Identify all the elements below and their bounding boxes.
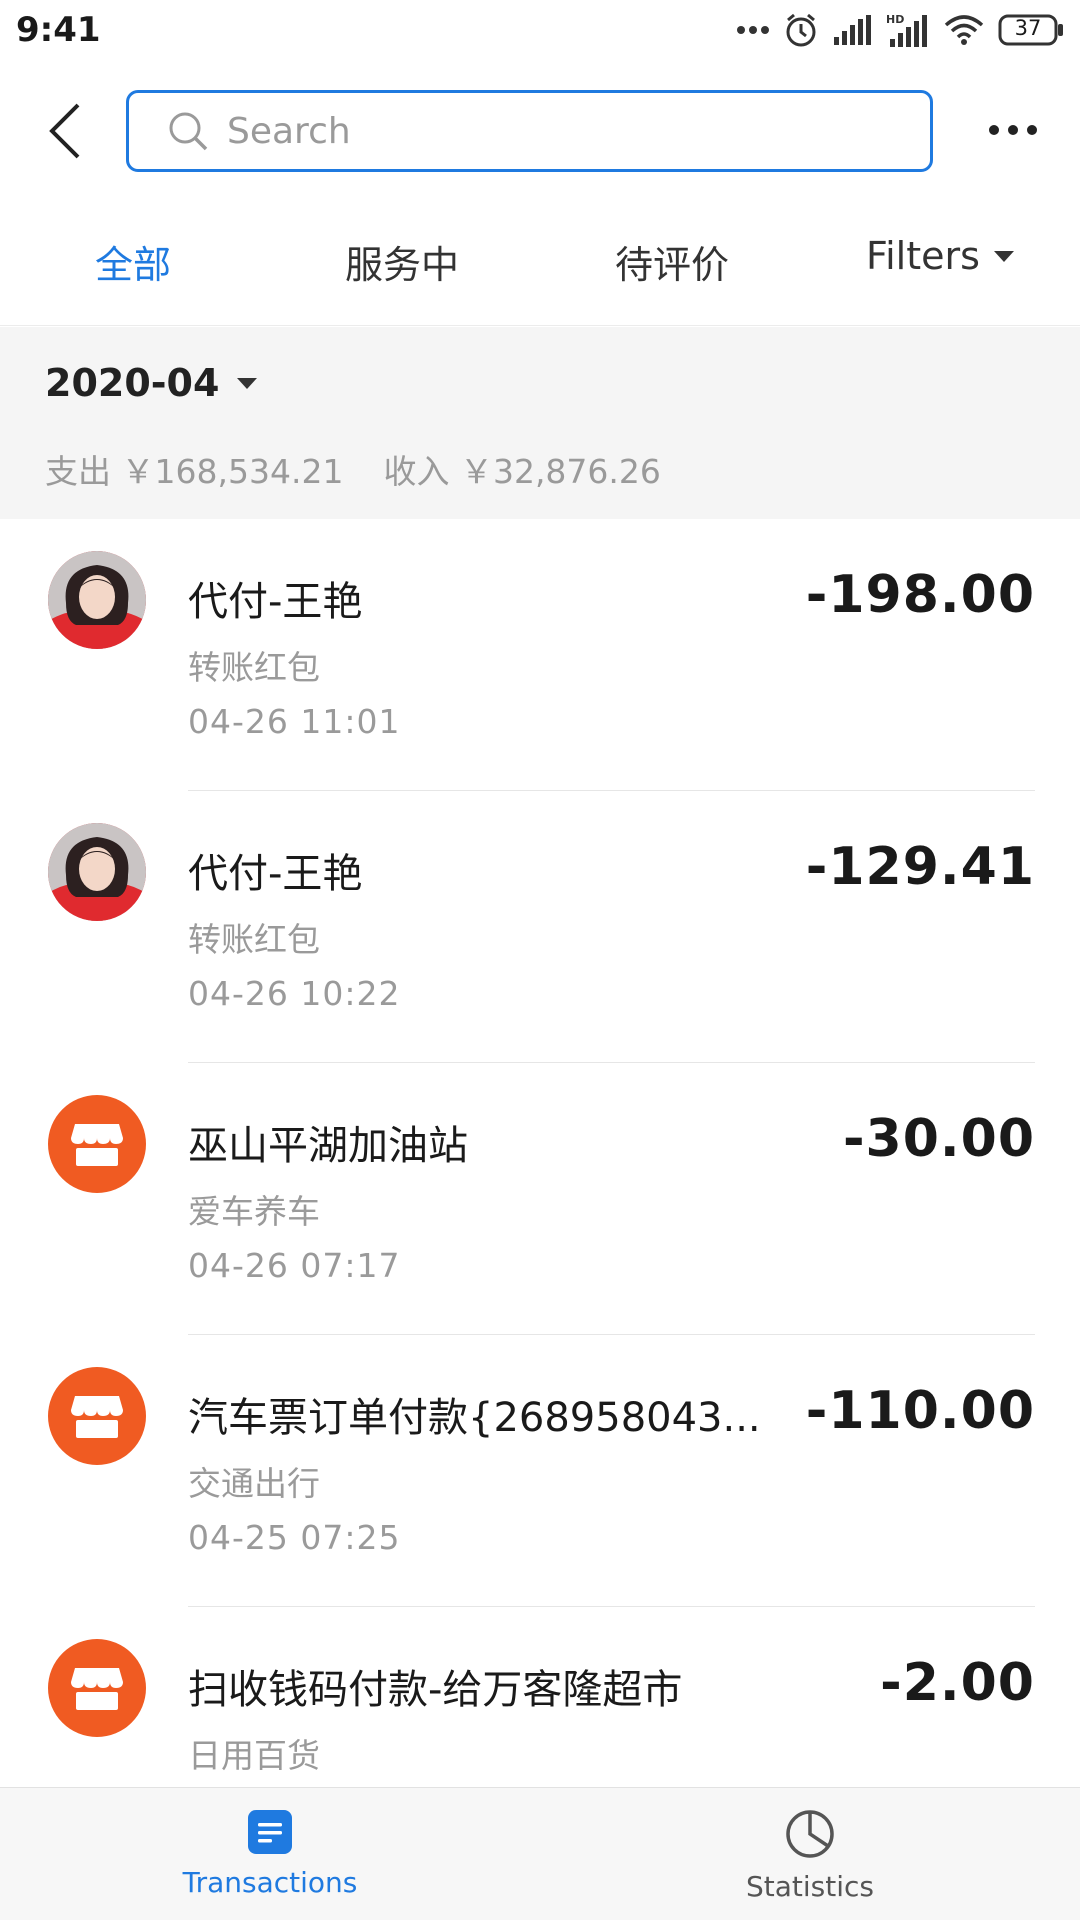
tab-pending-review[interactable]: 待评价 — [615, 234, 729, 289]
header: Search — [0, 64, 1080, 200]
transaction-title: 汽车票订单付款{268958043... — [188, 1395, 761, 1441]
transaction-title: 巫山平湖加油站 — [188, 1123, 468, 1169]
transaction-row[interactable]: 汽车票订单付款{268958043... 交通出行 04-25 07:25 -1… — [0, 1335, 1080, 1607]
transaction-category: 日用百货 — [188, 1736, 320, 1775]
avatar — [48, 551, 146, 649]
nav-transactions[interactable]: Transactions — [150, 1808, 390, 1899]
alarm-icon — [786, 13, 816, 47]
search-input[interactable]: Search — [126, 90, 933, 172]
store-avatar — [48, 1095, 146, 1193]
expense-value: ￥168,534.21 — [121, 452, 344, 491]
transactions-icon — [248, 1810, 292, 1854]
more-dots-icon — [737, 26, 769, 34]
bottom-nav: Transactions Statistics — [0, 1787, 1080, 1920]
nav-statistics[interactable]: Statistics — [690, 1808, 930, 1903]
income-label: 收入 — [383, 452, 450, 491]
store-icon — [71, 1396, 123, 1438]
more-options-button[interactable] — [985, 108, 1041, 152]
transaction-amount: -30.00 — [842, 1109, 1035, 1169]
transaction-amount: -198.00 — [805, 565, 1035, 625]
transaction-time: 04-26 11:01 — [188, 702, 401, 741]
hd-signal-icon: HD — [886, 13, 927, 47]
expense-label: 支出 — [45, 452, 111, 491]
search-placeholder: Search — [227, 110, 351, 152]
store-avatar — [48, 1367, 146, 1465]
tab-all[interactable]: 全部 — [95, 234, 171, 289]
income-value: ￥32,876.26 — [459, 452, 661, 491]
transaction-category: 交通出行 — [188, 1464, 320, 1503]
svg-text:HD: HD — [886, 13, 904, 26]
status-icons: HD 37 — [736, 12, 1064, 48]
summary-totals: 支出 ￥168,534.21 收入 ￥32,876.26 — [45, 445, 661, 493]
nav-statistics-label: Statistics — [746, 1870, 874, 1903]
avatar — [48, 823, 146, 921]
tab-in-service[interactable]: 服务中 — [345, 234, 459, 289]
caret-down-icon — [993, 250, 1014, 262]
signal-icon — [834, 15, 871, 45]
expense-total: 支出 ￥168,534.21 — [45, 445, 343, 493]
transaction-list: 代付-王艳 转账红包 04-26 11:01 -198.00 代付-王艳 转账红… — [0, 519, 1080, 1787]
transactions-page: 9:41 HD 37 Search 全部 服务中 待评价 Filters 202… — [0, 0, 1080, 1920]
battery-level: 37 — [1014, 16, 1042, 40]
transaction-row[interactable]: 代付-王艳 转账红包 04-26 10:22 -129.41 — [0, 791, 1080, 1063]
nav-transactions-label: Transactions — [182, 1866, 358, 1899]
store-icon — [71, 1668, 123, 1710]
caret-down-icon — [237, 377, 258, 389]
transaction-time: 04-25 07:25 — [188, 1518, 401, 1557]
month-label: 2020-04 — [45, 361, 220, 405]
transaction-row[interactable]: 代付-王艳 转账红包 04-26 11:01 -198.00 — [0, 519, 1080, 791]
transaction-amount: -2.00 — [880, 1653, 1035, 1713]
search-icon — [169, 112, 208, 151]
filter-tabs: 全部 服务中 待评价 Filters — [0, 200, 1080, 326]
transaction-title: 扫收钱码付款-给万客隆超市 — [188, 1667, 683, 1713]
income-total: 收入 ￥32,876.26 — [383, 445, 660, 493]
status-bar: 9:41 HD 37 — [0, 0, 1080, 64]
pie-chart-icon — [786, 1810, 834, 1858]
transaction-time: 04-26 10:22 — [188, 974, 401, 1013]
transaction-category: 转账红包 — [188, 648, 320, 687]
tab-filters[interactable]: Filters — [866, 234, 1014, 278]
store-avatar — [48, 1639, 146, 1737]
transaction-category: 爱车养车 — [188, 1192, 320, 1231]
transaction-title: 代付-王艳 — [188, 579, 363, 625]
back-button[interactable] — [38, 94, 92, 168]
store-icon — [71, 1124, 123, 1166]
chevron-left-icon — [49, 103, 80, 159]
transaction-time: 04-26 07:17 — [188, 1246, 401, 1285]
status-time: 9:41 — [16, 10, 101, 50]
transaction-title: 代付-王艳 — [188, 851, 363, 897]
transaction-row[interactable]: 巫山平湖加油站 爱车养车 04-26 07:17 -30.00 — [0, 1063, 1080, 1335]
transaction-category: 转账红包 — [188, 920, 320, 959]
month-selector[interactable]: 2020-04 — [45, 361, 258, 405]
more-horizontal-icon — [989, 125, 1037, 135]
month-summary: 2020-04 支出 ￥168,534.21 收入 ￥32,876.26 — [0, 327, 1080, 519]
battery-icon: 37 — [998, 14, 1064, 46]
wifi-icon — [944, 15, 984, 45]
transaction-amount: -110.00 — [805, 1381, 1035, 1441]
filters-label: Filters — [866, 234, 980, 278]
transaction-amount: -129.41 — [805, 837, 1035, 897]
transaction-row[interactable]: 扫收钱码付款-给万客隆超市 日用百货 -2.00 — [0, 1607, 1080, 1787]
